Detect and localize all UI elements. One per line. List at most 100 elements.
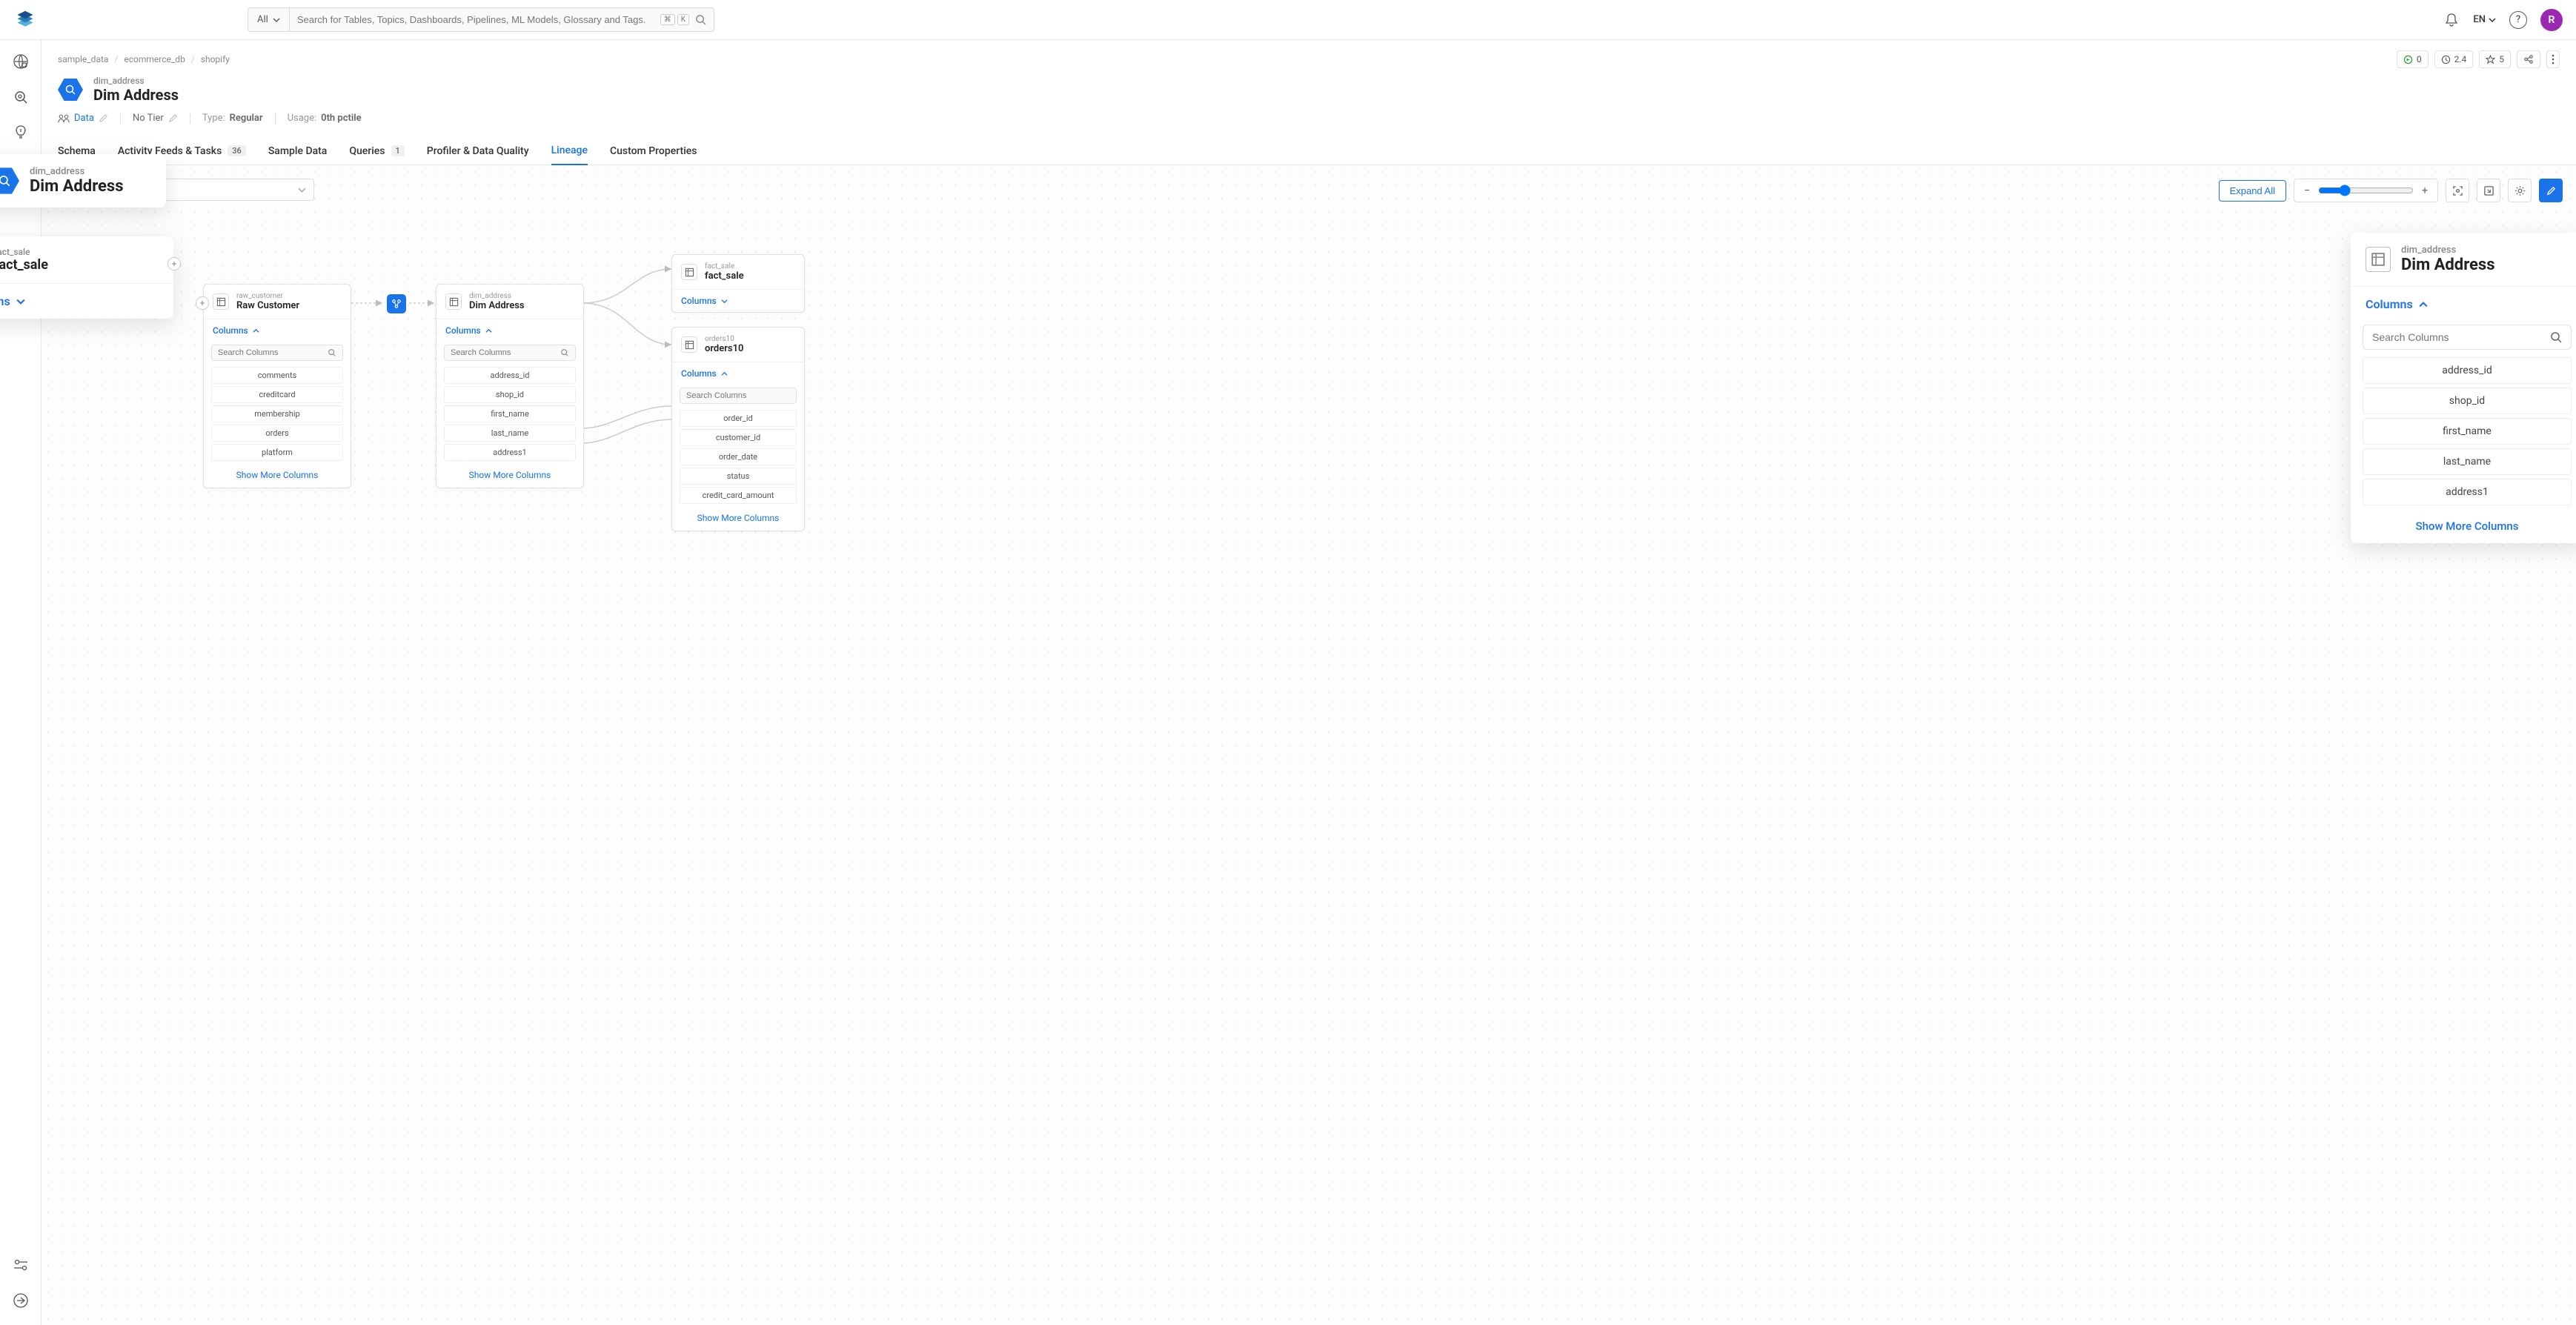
stat-value: 5	[2499, 54, 2504, 64]
sidebar-explore-icon[interactable]	[11, 52, 30, 71]
column-search-input[interactable]	[2372, 331, 2550, 343]
sidebar-settings-icon[interactable]	[11, 1255, 30, 1275]
column-item[interactable]: orders	[211, 425, 343, 442]
language-select[interactable]: EN	[2473, 14, 2496, 25]
node-columns-toggle[interactable]: Columns	[204, 319, 351, 342]
sidebar-insights-icon[interactable]	[11, 123, 30, 142]
app-logo[interactable]	[13, 8, 37, 32]
column-item[interactable]: status	[680, 468, 797, 485]
edit-lineage-button[interactable]	[2539, 179, 2563, 202]
column-item[interactable]: address1	[2363, 479, 2572, 505]
tab-sample-data[interactable]: Sample Data	[268, 137, 328, 165]
focus-button[interactable]	[2446, 179, 2469, 202]
node-qname: fact_sale	[705, 262, 744, 270]
sidebar-quality-icon[interactable]	[11, 87, 30, 107]
tab-profiler[interactable]: Profiler & Data Quality	[427, 137, 529, 165]
fullscreen-button[interactable]	[2477, 179, 2500, 202]
user-avatar[interactable]: R	[2540, 9, 2563, 31]
expand-upstream-button[interactable]: +	[196, 296, 209, 310]
node-columns-toggle[interactable]: Columns	[672, 289, 804, 312]
zoom-out-button[interactable]: −	[2300, 184, 2314, 197]
type-value: Regular	[230, 113, 263, 124]
show-more-button[interactable]: Show More Columns	[672, 507, 804, 531]
owner-link[interactable]: Data	[74, 113, 94, 124]
lineage-node-orders10[interactable]: orders10 orders10 Columns order_id custo…	[671, 327, 805, 531]
expand-downstream-button[interactable]: +	[167, 257, 181, 270]
stat-star[interactable]: 5	[2479, 50, 2511, 68]
node-column-search[interactable]	[680, 388, 797, 404]
tab-queries[interactable]: Queries1	[349, 137, 404, 165]
notifications-icon[interactable]	[2443, 12, 2460, 28]
zoom-in-button[interactable]: +	[2418, 184, 2431, 197]
column-item[interactable]: credit_card_amount	[680, 487, 797, 504]
column-item[interactable]: shop_id	[2363, 388, 2572, 414]
crumb-item[interactable]: sample_data	[58, 54, 108, 64]
crumb-item[interactable]: ecommerce_db	[124, 54, 185, 64]
show-more-button[interactable]: Show More Columns	[2351, 509, 2576, 543]
search-scope-label: All	[257, 14, 268, 25]
column-item[interactable]: address_id	[444, 367, 576, 384]
column-item[interactable]: first_name	[444, 405, 576, 422]
column-item[interactable]: address1	[444, 444, 576, 461]
node-title: Raw Customer	[236, 300, 299, 311]
search-icon[interactable]	[695, 14, 706, 25]
show-more-button[interactable]: Show More Columns	[204, 464, 351, 488]
node-columns-toggle[interactable]: Columns	[672, 362, 804, 385]
lineage-node-raw-customer[interactable]: raw_customer Raw Customer Columns commen…	[203, 284, 351, 488]
show-more-button[interactable]: Show More Columns	[436, 464, 583, 488]
table-icon	[2366, 247, 2391, 272]
column-item[interactable]: order_id	[680, 410, 797, 427]
column-search-input[interactable]	[218, 348, 328, 357]
hover-card-fact-sale[interactable]: fact_sale fact_sale Columns	[0, 236, 173, 319]
stat-exec[interactable]: 2.4	[2434, 50, 2474, 68]
hover-columns-toggle[interactable]: Columns	[0, 283, 173, 319]
lineage-node-dim-address[interactable]: dim_address Dim Address Columns address_…	[436, 284, 584, 488]
column-item[interactable]: address_id	[2363, 357, 2572, 384]
column-item[interactable]: comments	[211, 367, 343, 384]
zoom-slider[interactable]	[2318, 182, 2414, 199]
global-search-input[interactable]	[290, 8, 660, 31]
node-columns-toggle[interactable]: Columns	[436, 319, 583, 342]
hover-qname: dim_address	[30, 166, 124, 177]
owner-meta[interactable]: Data	[58, 113, 108, 124]
breadcrumb[interactable]: sample_data / ecommerce_db / shopify	[58, 54, 230, 64]
tab-lineage[interactable]: Lineage	[551, 137, 588, 165]
edit-tier-icon[interactable]	[168, 113, 178, 123]
column-item[interactable]: platform	[211, 444, 343, 461]
lineage-node-fact-sale[interactable]: fact_sale fact_sale Columns	[671, 254, 805, 313]
node-column-search[interactable]	[444, 345, 576, 361]
column-item[interactable]: creditcard	[211, 386, 343, 403]
sidebar-logout-icon[interactable]	[11, 1291, 30, 1310]
settings-button[interactable]	[2508, 179, 2532, 202]
column-item[interactable]: customer_id	[680, 429, 797, 446]
column-item[interactable]: last_name	[2363, 448, 2572, 475]
share-button[interactable]	[2517, 50, 2540, 68]
hover-column-search[interactable]	[2363, 325, 2572, 350]
expand-all-button[interactable]: Expand All	[2219, 180, 2286, 202]
columns-label: Columns	[0, 294, 10, 308]
help-button[interactable]: ?	[2509, 11, 2527, 29]
search-icon	[2550, 331, 2562, 343]
tier-meta[interactable]: No Tier	[133, 113, 178, 124]
hover-columns-toggle[interactable]: Columns	[2351, 286, 2576, 322]
more-menu[interactable]	[2546, 50, 2560, 68]
zoom-control[interactable]: − +	[2294, 179, 2438, 202]
hover-card-dim-address-columns[interactable]: dim_address Dim Address Columns address_…	[2351, 233, 2576, 543]
search-scope-select[interactable]: All	[248, 8, 290, 31]
stat-value: 0	[2417, 54, 2422, 64]
table-icon	[213, 293, 229, 310]
pipeline-node[interactable]	[387, 294, 406, 313]
node-column-search[interactable]	[211, 345, 343, 361]
column-item[interactable]: order_date	[680, 448, 797, 465]
column-search-input[interactable]	[451, 348, 560, 357]
column-item[interactable]: first_name	[2363, 418, 2572, 445]
column-item[interactable]: last_name	[444, 425, 576, 442]
tab-custom-properties[interactable]: Custom Properties	[610, 137, 697, 165]
crumb-item[interactable]: shopify	[201, 54, 230, 64]
column-search-input[interactable]	[686, 391, 791, 400]
node-qname: orders10	[705, 335, 743, 343]
column-item[interactable]: shop_id	[444, 386, 576, 403]
stat-queries[interactable]: 0	[2397, 50, 2429, 68]
column-item[interactable]: membership	[211, 405, 343, 422]
edit-owner-icon[interactable]	[99, 113, 108, 123]
